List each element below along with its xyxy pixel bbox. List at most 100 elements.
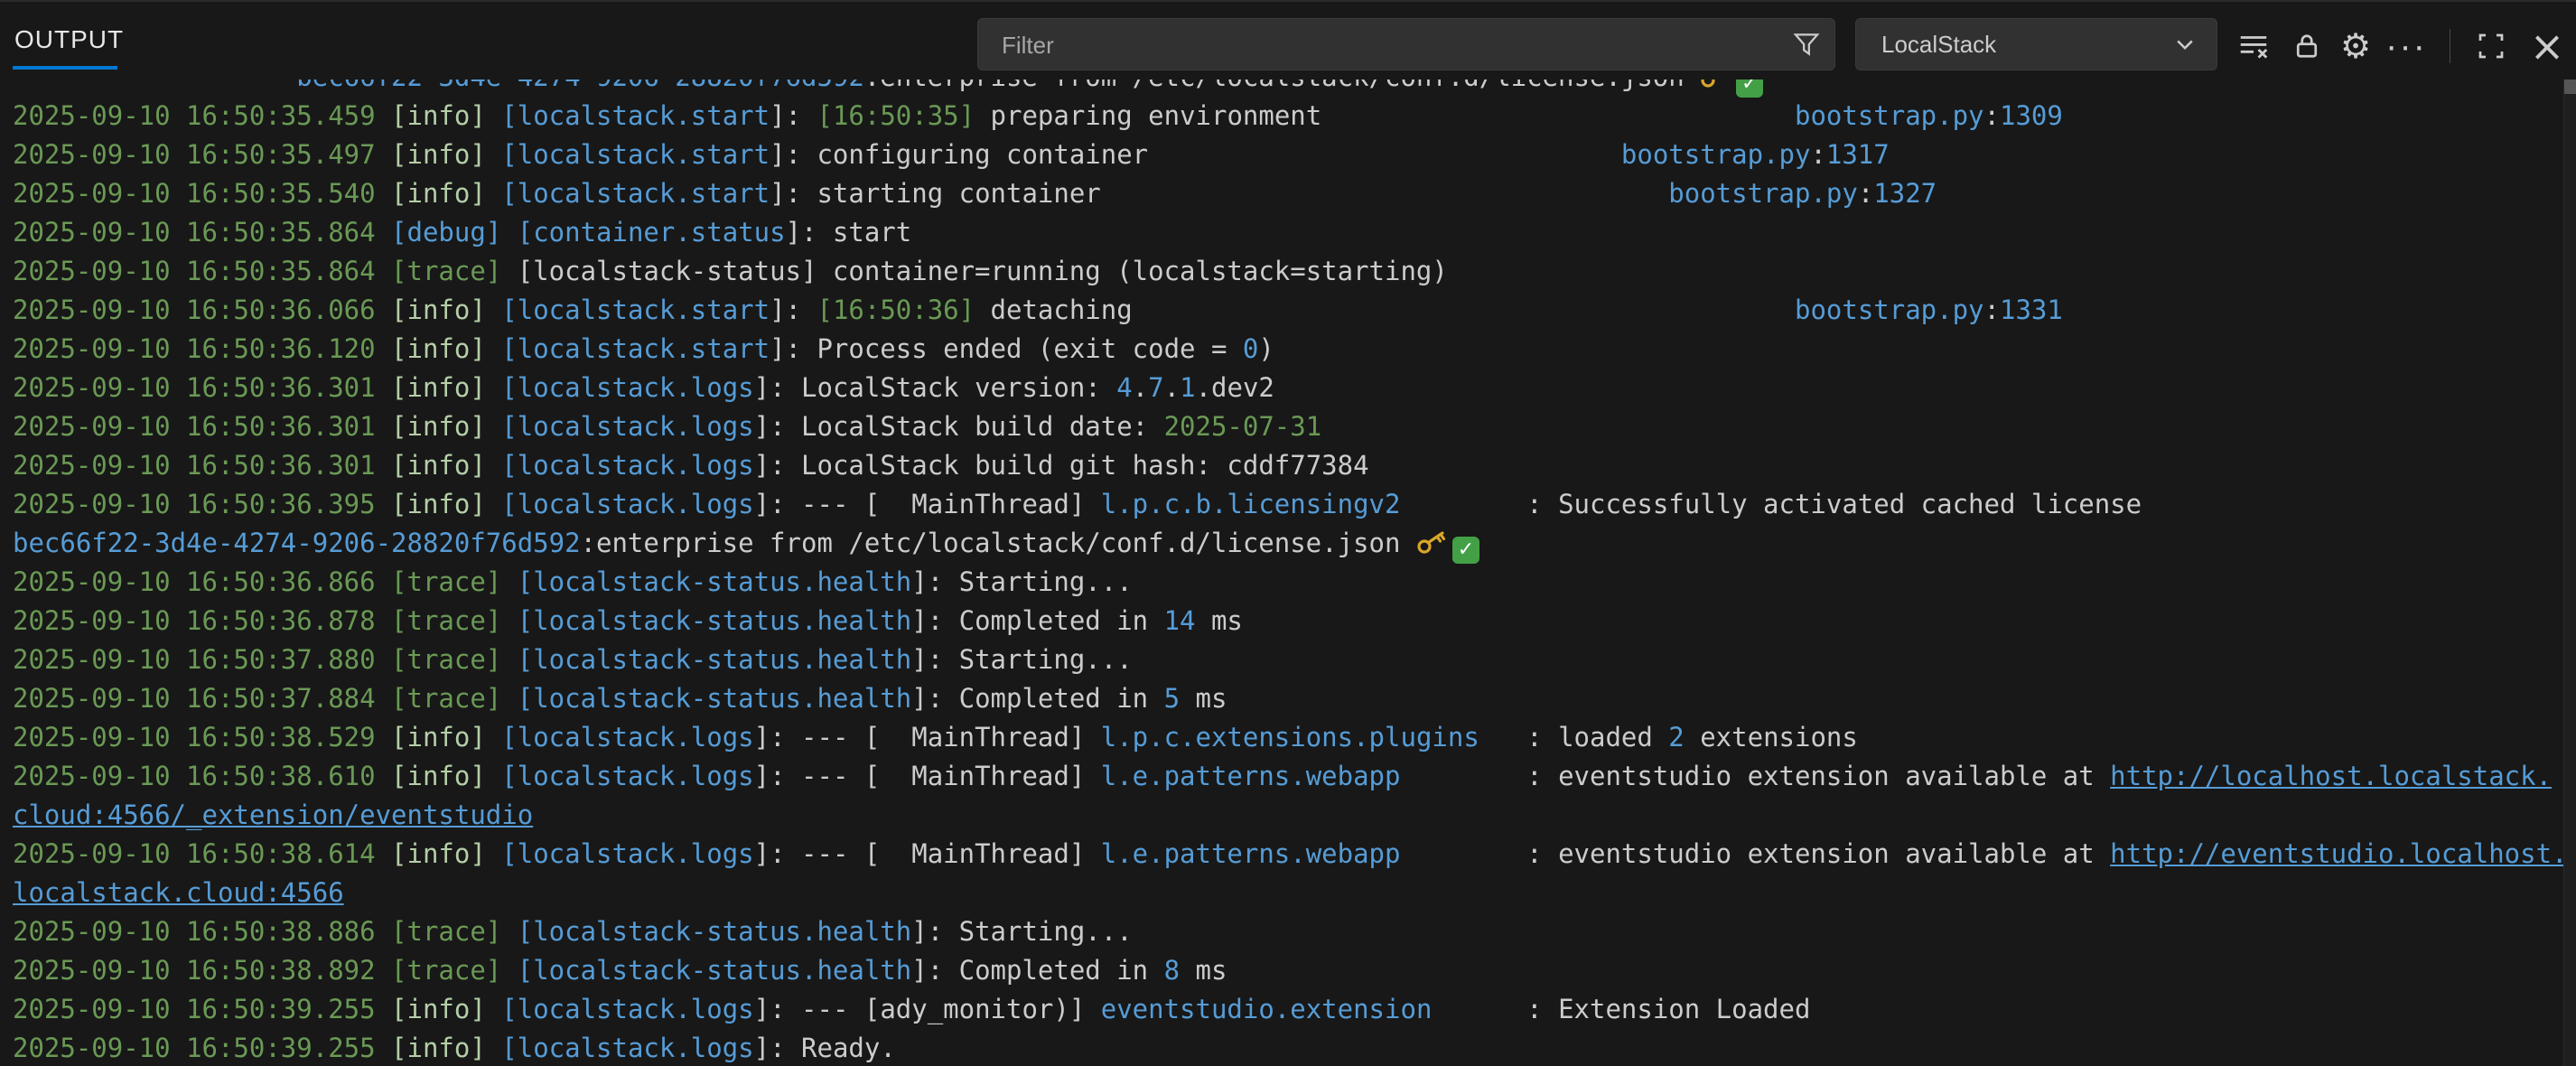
log-text-segment: [localstack.logs	[501, 372, 753, 403]
log-text-segment: [trace]	[391, 916, 501, 947]
log-line: 2025-09-10 16:50:36.395 [info] [localsta…	[0, 485, 2564, 524]
log-text-segment	[376, 217, 391, 248]
lock-icon	[2291, 30, 2323, 62]
log-text-segment: 14	[1164, 605, 1196, 636]
log-line: 2025-09-10 16:50:38.892 [trace] [localst…	[0, 951, 2564, 990]
log-text-segment: ]: --- [ady_monitor)]	[754, 994, 1101, 1024]
log-text-segment	[376, 761, 391, 791]
scrollbar-track[interactable]	[2563, 79, 2576, 1066]
log-text-segment: :	[1984, 295, 2000, 325]
log-text-segment: [info]	[391, 722, 486, 753]
log-line: 2025-09-10 16:50:37.884 [trace] [localst…	[0, 679, 2564, 718]
log-text-segment	[486, 450, 501, 481]
file-link[interactable]: 1309	[2000, 100, 2063, 131]
log-text-segment: [trace]	[391, 605, 501, 636]
log-text-segment	[486, 489, 501, 519]
log-line: 2025-09-10 16:50:36.878 [trace] [localst…	[0, 602, 2564, 641]
log-text-segment: :enterprise from /etc/localstack/conf.d/…	[864, 79, 1700, 92]
log-text-segment	[486, 100, 501, 131]
log-text-segment	[376, 916, 391, 947]
chevron-down-icon	[2170, 29, 2200, 60]
log-text-segment: [container.status	[518, 217, 786, 248]
log-output-view[interactable]: bec66f22-3d4e-4274-9206-28820f76d592:ent…	[0, 79, 2564, 1066]
log-line: 2025-09-10 16:50:35.497 [info] [localsta…	[0, 136, 2564, 174]
file-link[interactable]: bootstrap.py	[1621, 139, 1811, 170]
log-text-segment: ]: starting container	[770, 178, 1668, 209]
log-text-segment: [localstack.start	[501, 139, 770, 170]
log-text-segment	[486, 411, 501, 442]
log-text-segment: ]: Process ended (exit code =	[770, 333, 1243, 364]
log-text-segment	[501, 217, 517, 248]
log-line: bec66f22-3d4e-4274-9206-28820f76d592:ent…	[0, 524, 2564, 563]
filter-funnel-icon[interactable]	[1791, 29, 1822, 60]
scroll-lock-button[interactable]	[2287, 26, 2327, 66]
log-text-segment	[501, 916, 517, 947]
log-text-segment	[376, 411, 391, 442]
log-text-segment: 2025-09-10 16:50:35.459	[13, 100, 376, 131]
log-text-segment	[486, 761, 501, 791]
log-text-segment: ]: LocalStack build git hash: cddf77384	[754, 450, 1369, 481]
log-text-segment: [info]	[391, 1033, 486, 1063]
log-text-segment: :enterprise from /etc/localstack/conf.d/…	[581, 528, 1416, 558]
log-text-segment: 2025-09-10 16:50:38.610	[13, 761, 376, 791]
log-text-segment: [localstack.logs	[501, 994, 753, 1024]
file-link[interactable]: bootstrap.py	[1795, 100, 1984, 131]
log-text-segment: extensions	[1685, 722, 1858, 753]
log-text-segment: 0	[1243, 333, 1258, 364]
log-text-segment	[486, 178, 501, 209]
log-line: 2025-09-10 16:50:38.610 [info] [localsta…	[0, 757, 2564, 796]
log-text-segment: ]: Starting...	[911, 916, 1132, 947]
file-link[interactable]: bootstrap.py	[1668, 178, 1858, 209]
url-link[interactable]: cloud:4566/_extension/eventstudio	[13, 800, 533, 830]
log-text-segment	[501, 683, 517, 714]
clear-output-icon	[2236, 29, 2271, 63]
log-text-segment: ms	[1196, 605, 1243, 636]
log-text-segment: ]: LocalStack build date:	[754, 411, 1164, 442]
log-text-segment: bec66f22-3d4e-4274-9206-28820f76d592	[13, 528, 581, 558]
url-link[interactable]: http://eventstudio.localhost.	[2110, 838, 2564, 869]
log-text-segment: [info]	[391, 100, 486, 131]
url-link[interactable]: localstack.cloud:4566	[13, 877, 344, 908]
log-line: 2025-09-10 16:50:36.066 [info] [localsta…	[0, 291, 2564, 330]
log-text-segment: 2025-09-10 16:50:37.880	[13, 644, 376, 675]
clear-output-button[interactable]	[2234, 26, 2273, 66]
log-text-segment: :	[1810, 139, 1825, 170]
log-text-segment: .	[1164, 372, 1180, 403]
tab-output[interactable]: OUTPUT	[14, 25, 124, 54]
log-text-segment	[486, 722, 501, 753]
file-link[interactable]: 1317	[1826, 139, 1890, 170]
log-text-segment: :	[1858, 178, 1873, 209]
settings-button[interactable]: ⚙	[2336, 26, 2375, 66]
log-text-segment: .	[1133, 372, 1148, 403]
log-text-segment: 2025-09-10 16:50:36.866	[13, 566, 376, 597]
log-text-segment: [localstack.start	[501, 333, 770, 364]
file-link[interactable]: 1327	[1873, 178, 1937, 209]
log-text-segment: [localstack-status] container=running (l…	[501, 256, 1448, 286]
check-mark-icon: ✓	[1452, 537, 1479, 564]
channel-select[interactable]: LocalStack	[1855, 18, 2217, 70]
more-actions-button[interactable]: ···	[2386, 26, 2426, 66]
url-link[interactable]: http://localhost.localstack.	[2110, 761, 2552, 791]
log-text-segment: [localstack-status.health	[518, 955, 912, 986]
log-text-segment: ]: start	[786, 217, 912, 248]
log-text-segment: : eventstudio extension available at	[1400, 838, 2110, 869]
log-text-segment: [info]	[391, 178, 486, 209]
filter-input[interactable]	[1000, 19, 1780, 71]
file-link[interactable]: bootstrap.py	[1795, 295, 1984, 325]
log-text-segment: 2025-09-10 16:50:36.301	[13, 411, 376, 442]
log-text-segment: 1	[1180, 372, 1195, 403]
log-text-segment: l.p.c.b.licensingv2	[1101, 489, 1401, 519]
maximize-panel-button[interactable]	[2471, 26, 2511, 66]
key-icon	[1700, 79, 1731, 90]
log-text-segment	[486, 372, 501, 403]
log-text-segment	[376, 139, 391, 170]
log-text-segment	[376, 333, 391, 364]
check-mark-icon: ✓	[1736, 79, 1763, 98]
log-text-segment: 2025-09-10 16:50:35.864	[13, 256, 376, 286]
file-link[interactable]: 1331	[2000, 295, 2063, 325]
log-text-segment: [trace]	[391, 955, 501, 986]
log-text-segment: [localstack.logs	[501, 489, 753, 519]
log-text-segment: 2025-09-10 16:50:35.864	[13, 217, 376, 248]
scrollbar-thumb[interactable]	[2564, 79, 2576, 94]
close-panel-button[interactable]: ×	[2527, 26, 2567, 66]
